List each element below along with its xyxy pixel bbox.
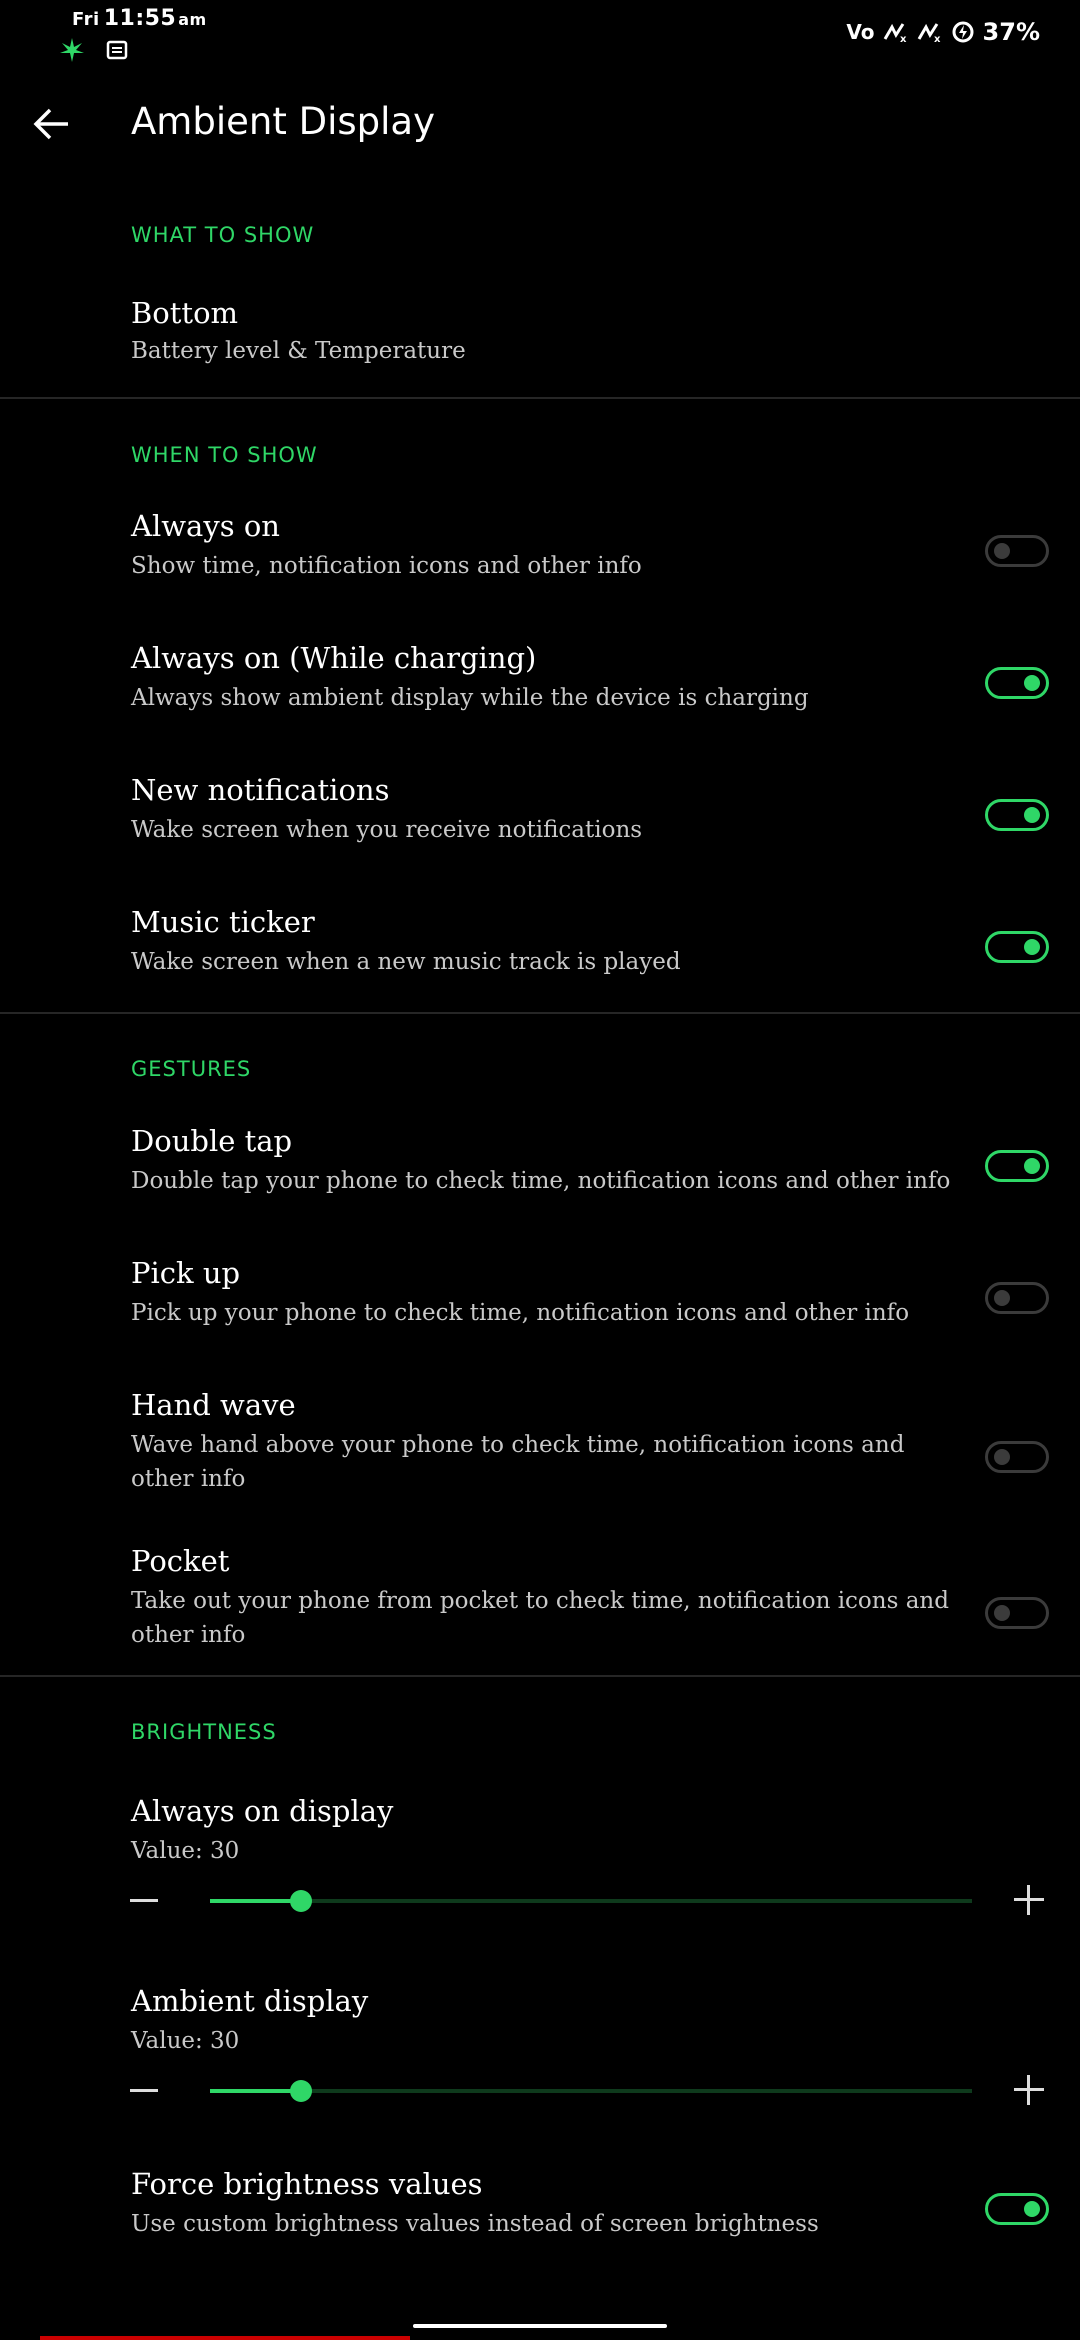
slider-fill <box>210 2089 302 2093</box>
battery-charging-icon <box>952 21 974 43</box>
divider <box>0 397 1080 399</box>
setting-title: Ambient display <box>131 1984 369 2018</box>
setting-force-brightness[interactable]: Force brightness values Use custom brigh… <box>0 2163 1080 2253</box>
back-arrow-icon[interactable] <box>30 102 74 146</box>
hand-wave-toggle[interactable] <box>985 1441 1049 1473</box>
double-tap-toggle[interactable] <box>985 1150 1049 1182</box>
setting-subtitle: Wave hand above your phone to check time… <box>131 1432 905 1492</box>
setting-subtitle: Battery level & Temperature <box>131 338 466 364</box>
status-clock: 11:55 <box>103 6 177 31</box>
page-title: Ambient Display <box>131 100 435 143</box>
setting-always-on-charging[interactable]: Always on (While charging) Always show a… <box>0 637 1080 727</box>
setting-subtitle: Always show ambient display while the de… <box>131 685 809 711</box>
status-right: Vo x x 37% <box>846 18 1040 46</box>
always-on-display-slider-row <box>0 1881 1080 1921</box>
signal-icon-2: x <box>917 23 941 43</box>
battery-percent: 37% <box>982 18 1040 46</box>
always-on-toggle[interactable] <box>985 535 1049 567</box>
status-day: Fri <box>72 9 100 30</box>
status-time: Fri 11:55 am <box>72 6 207 31</box>
setting-hand-wave[interactable]: Hand wave Wave hand above your phone to … <box>0 1384 1080 1504</box>
slider-thumb[interactable] <box>290 2080 313 2102</box>
message-icon <box>106 40 128 60</box>
new-notifications-toggle[interactable] <box>985 799 1049 831</box>
status-ampm: am <box>178 10 207 29</box>
bottom-edge-indicator <box>40 2336 410 2340</box>
setting-subtitle: Wake screen when a new music track is pl… <box>131 949 681 975</box>
svg-text:x: x <box>934 34 941 43</box>
setting-title: Pick up <box>131 1256 241 1290</box>
setting-title: Music ticker <box>131 905 315 939</box>
setting-title: Pocket <box>131 1544 230 1578</box>
section-header-gestures: GESTURES <box>131 1057 252 1081</box>
section-header-brightness: BRIGHTNESS <box>131 1720 277 1744</box>
setting-music-ticker[interactable]: Music ticker Wake screen when a new musi… <box>0 901 1080 991</box>
setting-title: Double tap <box>131 1124 293 1158</box>
decrease-button[interactable] <box>130 1899 158 1902</box>
status-bar: Fri 11:55 am Vo x x 37% <box>0 0 1080 80</box>
setting-title: Always on display <box>131 1794 394 1828</box>
setting-subtitle: Double tap your phone to check time, not… <box>131 1168 951 1194</box>
setting-title: Always on (While charging) <box>131 641 537 675</box>
signal-icon: x <box>883 23 907 43</box>
always-on-display-slider[interactable] <box>210 1890 972 1912</box>
decrease-button[interactable] <box>130 2089 158 2092</box>
setting-ambient-display-brightness: Ambient display Value: 30 <box>0 1980 1080 2054</box>
increase-button[interactable] <box>1014 1885 1044 1915</box>
always-on-charging-toggle[interactable] <box>985 667 1049 699</box>
pick-up-toggle[interactable] <box>985 1282 1049 1314</box>
setting-subtitle: Take out your phone from pocket to check… <box>131 1588 949 1648</box>
setting-bottom[interactable]: Bottom Battery level & Temperature <box>0 290 1080 400</box>
volte-indicator: Vo <box>846 20 875 44</box>
slider-thumb[interactable] <box>290 1890 313 1912</box>
app-bar: Ambient Display <box>0 80 1080 170</box>
setting-title: Force brightness values <box>131 2167 483 2201</box>
setting-always-on-display-brightness: Always on display Value: 30 <box>0 1790 1080 1864</box>
section-header-what-to-show: WHAT TO SHOW <box>131 223 315 247</box>
setting-always-on[interactable]: Always on Show time, notification icons … <box>0 505 1080 595</box>
music-ticker-toggle[interactable] <box>985 931 1049 963</box>
pocket-toggle[interactable] <box>985 1597 1049 1629</box>
ambient-display-slider-row <box>0 2071 1080 2111</box>
setting-pick-up[interactable]: Pick up Pick up your phone to check time… <box>0 1252 1080 1342</box>
status-notification-icons <box>58 36 128 64</box>
setting-value: Value: 30 <box>131 2028 240 2054</box>
gesture-nav-handle[interactable] <box>413 2324 667 2328</box>
setting-subtitle: Use custom brightness values instead of … <box>131 2211 819 2237</box>
force-brightness-toggle[interactable] <box>985 2193 1049 2225</box>
svg-text:x: x <box>900 34 907 43</box>
setting-title: Hand wave <box>131 1388 296 1422</box>
setting-new-notifications[interactable]: New notifications Wake screen when you r… <box>0 769 1080 859</box>
divider <box>0 1012 1080 1014</box>
divider <box>0 1675 1080 1677</box>
ambient-display-slider[interactable] <box>210 2080 972 2102</box>
setting-title: Always on <box>131 509 280 543</box>
setting-double-tap[interactable]: Double tap Double tap your phone to chec… <box>0 1120 1080 1210</box>
setting-subtitle: Pick up your phone to check time, notifi… <box>131 1300 910 1326</box>
setting-title: Bottom <box>131 296 239 330</box>
increase-button[interactable] <box>1014 2075 1044 2105</box>
setting-pocket[interactable]: Pocket Take out your phone from pocket t… <box>0 1540 1080 1660</box>
setting-title: New notifications <box>131 773 390 807</box>
leaf-icon <box>60 38 84 62</box>
section-header-when-to-show: WHEN TO SHOW <box>131 443 318 467</box>
slider-fill <box>210 1899 302 1903</box>
setting-subtitle: Show time, notification icons and other … <box>131 553 642 579</box>
setting-value: Value: 30 <box>131 1838 240 1864</box>
setting-subtitle: Wake screen when you receive notificatio… <box>131 817 643 843</box>
